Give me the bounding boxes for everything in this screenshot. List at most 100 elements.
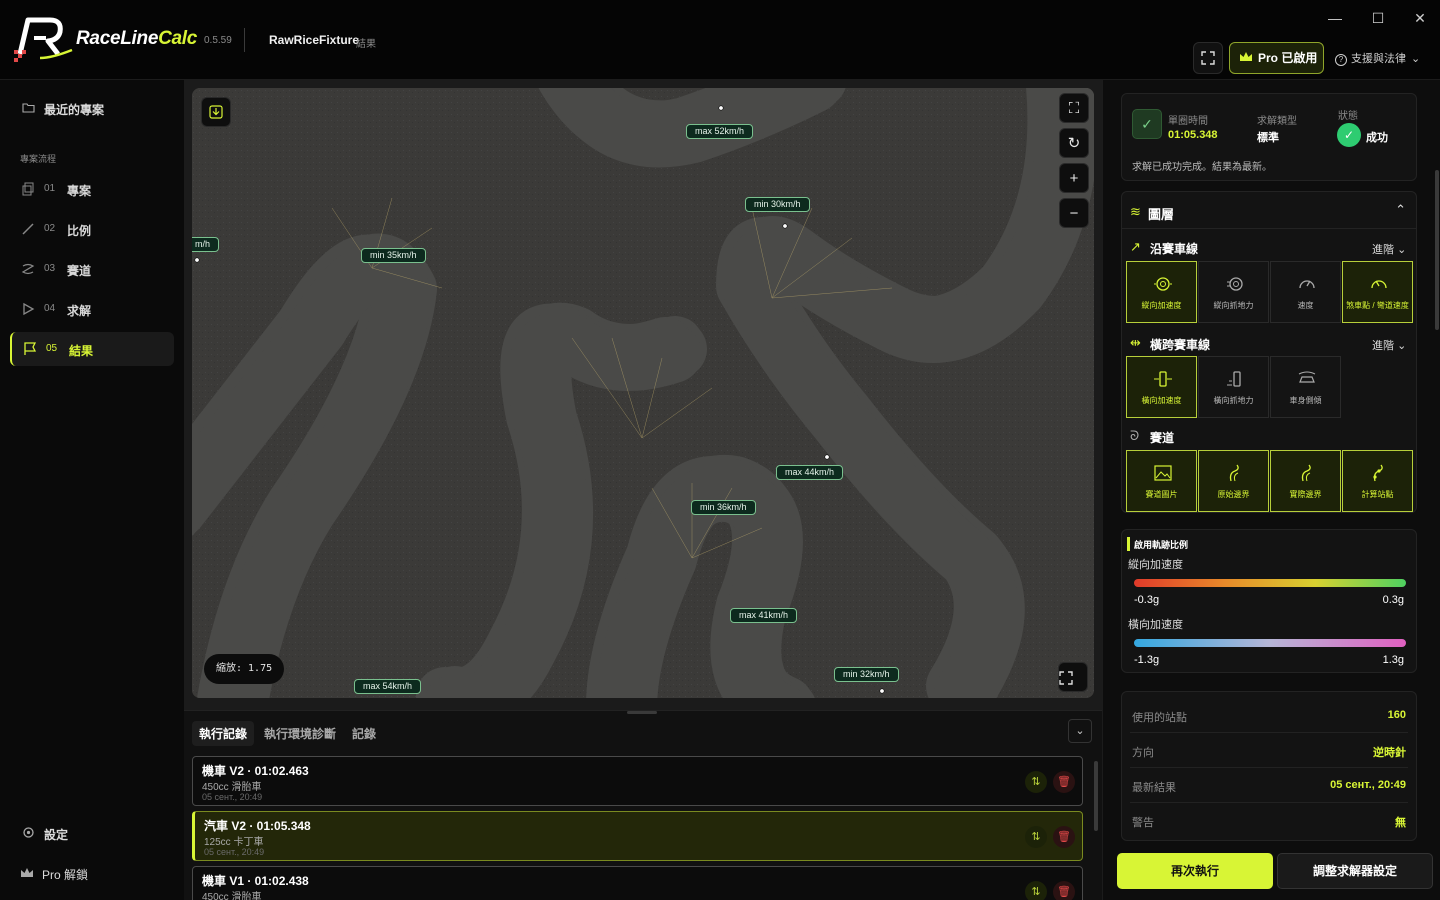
check-square-icon: ✓ <box>1132 109 1162 139</box>
chevron-down-icon: ⌄ <box>1075 725 1085 737</box>
run-vehicle: 450cc 滑胎車 <box>202 782 262 793</box>
crown-icon <box>21 868 33 877</box>
sidebar-item-track[interactable]: 03 賽道 <box>10 252 174 286</box>
stations-used-value: 160 <box>1387 709 1406 721</box>
pro-unlock-link[interactable]: Pro 解鎖 <box>10 856 174 890</box>
run-list-scrollbar[interactable] <box>1094 761 1098 831</box>
tile-long-grip[interactable]: 縱向抓地力 <box>1198 261 1269 323</box>
zoom-in-button[interactable]: + <box>1059 163 1089 193</box>
close-icon[interactable]: ✕ <box>1408 8 1432 28</box>
sidebar-item-scale[interactable]: 02 比例 <box>10 212 174 246</box>
speed-label: min 35km/h <box>361 248 426 263</box>
tile-track-image[interactable]: 賽道圖片 <box>1126 450 1197 512</box>
run-list-item-selected[interactable]: 汽車 V2 · 01:05.348 125cc 卡丁車 05 сент., 20… <box>192 811 1083 861</box>
speed-label: max 41km/h <box>730 608 798 623</box>
speedometer-icon <box>1299 280 1315 289</box>
pro-status-button[interactable]: Pro 已啟用 <box>1229 42 1324 74</box>
collapse-panel-button[interactable]: ⌄ <box>1068 719 1092 743</box>
delete-button[interactable]: 🗑 <box>1053 826 1075 848</box>
tire-accel-icon <box>1154 277 1172 291</box>
gauge-icon <box>1371 280 1387 289</box>
resize-handle[interactable] <box>627 711 657 714</box>
project-subtitle: 結果 <box>356 39 376 50</box>
expand-map-button[interactable] <box>1058 662 1088 692</box>
sidebar-item-results[interactable]: 05 結果 <box>10 332 174 366</box>
export-button[interactable] <box>201 97 231 127</box>
divider <box>1130 732 1408 733</box>
chevron-down-icon: ⌄ <box>1397 340 1407 352</box>
speed-label: min 36km/h <box>691 500 756 515</box>
sidebar-item-solve[interactable]: 04 求解 <box>10 292 174 326</box>
zoom-out-button[interactable]: − <box>1059 198 1089 228</box>
tile-actual-boundary[interactable]: 實際邊界 <box>1270 450 1341 512</box>
tile-long-accel[interactable]: 縱向加速度 <box>1126 261 1197 323</box>
chevron-down-icon: ⌄ <box>1397 244 1407 256</box>
tile-label: 原始邊界 <box>1217 490 1250 499</box>
minimize-icon[interactable]: — <box>1323 8 1347 28</box>
tab-run-history[interactable]: 執行記錄 <box>192 721 255 746</box>
tile-lat-accel[interactable]: 橫向加速度 <box>1126 356 1197 418</box>
app-window: RaceLineCalc 0.5.59 RawRiceFixture 結果 — … <box>0 0 1440 900</box>
delete-button[interactable]: 🗑 <box>1053 881 1075 900</box>
compare-button[interactable]: ⇅ <box>1025 881 1047 900</box>
stations-icon <box>1373 464 1383 482</box>
gear-icon <box>23 827 34 838</box>
cross-line-icon: ⇹ <box>1130 335 1141 350</box>
settings-link[interactable]: 設定 <box>10 816 174 850</box>
lap-time-label: 單圈時間 <box>1168 116 1208 127</box>
sidebar-item-label: 比例 <box>67 224 92 238</box>
pro-status-label: Pro 已啟用 <box>1258 51 1318 65</box>
result-info-card: 使用的站點 160 方向 逆時針 最新結果 05 сент., 20:49 警告… <box>1121 691 1417 841</box>
chevron-up-icon[interactable]: ⌃ <box>1395 202 1406 218</box>
panel-scrollbar[interactable] <box>1435 170 1439 330</box>
copy-icon <box>22 182 34 196</box>
cross-line-advanced-toggle[interactable]: 進階 ⌄ <box>1372 337 1406 353</box>
reset-view-button[interactable]: ↻ <box>1059 128 1089 158</box>
compare-button[interactable]: ⇅ <box>1025 771 1047 793</box>
layers-icon: ≋ <box>1130 204 1141 219</box>
expand-icon <box>1059 671 1073 685</box>
divider <box>1130 802 1408 803</box>
maximize-icon[interactable]: ☐ <box>1366 8 1390 28</box>
minus-icon: − <box>1069 205 1079 222</box>
trash-icon: 🗑 <box>1057 886 1071 898</box>
tab-env-diagnostics[interactable]: 執行環境診斷 <box>264 725 336 742</box>
fit-view-button[interactable]: ⛶ <box>1059 93 1089 123</box>
car-roll-icon <box>1298 371 1316 383</box>
success-icon: ✓ <box>1337 123 1361 147</box>
boundary-icon <box>1301 464 1311 482</box>
racing-line-title: 沿賽車線 <box>1150 242 1199 256</box>
adjust-solver-button[interactable]: 調整求解器設定 <box>1277 853 1433 889</box>
tile-label: 賽道圖片 <box>1145 490 1178 499</box>
tile-body-roll[interactable]: 車身側傾 <box>1270 356 1341 418</box>
play-icon <box>23 302 35 316</box>
run-list-item[interactable]: 機車 V1 · 01:02.438 450cc 滑胎車 ⇅ 🗑 <box>192 866 1083 900</box>
sidebar-item-project[interactable]: 01 專案 <box>10 172 174 206</box>
racing-line-advanced-toggle[interactable]: 進階 ⌄ <box>1372 241 1406 257</box>
tile-brake-points[interactable]: 煞車點 / 彎道速度 <box>1342 261 1413 323</box>
step-number: 01 <box>44 183 56 194</box>
trash-icon: 🗑 <box>1057 776 1071 788</box>
track-title: 賽道 <box>1150 431 1175 445</box>
sidebar: 最近的專案 專案流程 01 專案 02 比例 03 賽道 04 求解 05 結果 <box>0 80 184 900</box>
plus-icon: + <box>1069 170 1079 187</box>
download-icon <box>209 105 223 119</box>
run-list-item[interactable]: 機車 V2 · 01:02.463 450cc 滑胎車 05 сент., 20… <box>192 756 1083 806</box>
lat-accel-gradient <box>1134 639 1406 647</box>
solve-status-card: ✓ 單圈時間 01:05.348 求解類型 標準 狀態 ✓ 成功 求解已成功完成… <box>1121 93 1417 181</box>
ruler-icon <box>22 223 34 235</box>
track-map[interactable]: max 52km/h min 30km/h m/h min 35km/h max… <box>192 88 1094 698</box>
swap-icon: ⇅ <box>1031 886 1041 898</box>
tile-stations[interactable]: 計算站點 <box>1342 450 1413 512</box>
help-menu[interactable]: ? 支援與法律 ⌄ <box>1335 50 1420 66</box>
tile-speed[interactable]: 速度 <box>1270 261 1341 323</box>
fullscreen-button[interactable] <box>1193 42 1223 74</box>
advanced-label: 進階 <box>1372 340 1394 352</box>
delete-button[interactable]: 🗑 <box>1053 771 1075 793</box>
tile-lat-grip[interactable]: 橫向抓地力 <box>1198 356 1269 418</box>
tile-original-boundary[interactable]: 原始邊界 <box>1198 450 1269 512</box>
recent-projects-link[interactable]: 最近的專案 <box>10 92 174 126</box>
compare-button[interactable]: ⇅ <box>1025 826 1047 848</box>
tab-log[interactable]: 記錄 <box>352 725 376 742</box>
rerun-button[interactable]: 再次執行 <box>1117 853 1273 889</box>
